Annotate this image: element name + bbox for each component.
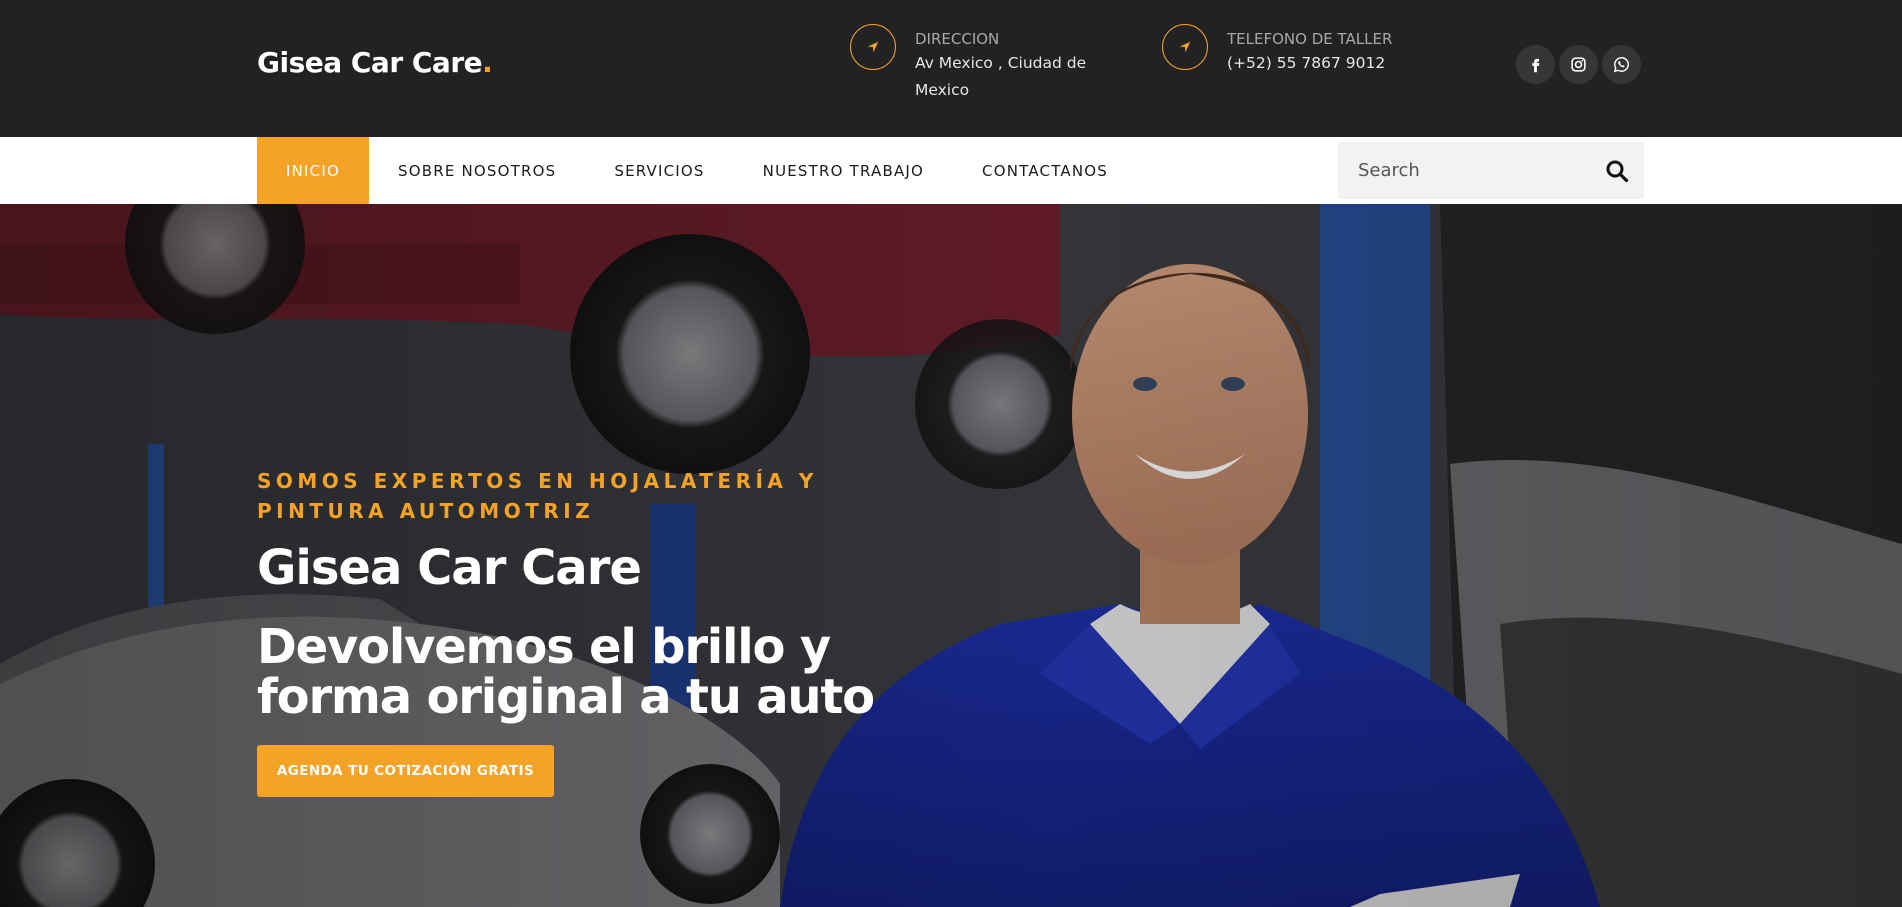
nav-item-sobre-nosotros[interactable]: SOBRE NOSOTROS [369, 137, 585, 204]
logo-text: Gisea Car Care [257, 46, 483, 79]
hero-section: SOMOS EXPERTOS EN HOJALATERÍA Y PINTURA … [0, 204, 1902, 907]
quote-cta-button[interactable]: AGENDA TU COTIZACIÓN GRATIS [257, 745, 554, 797]
site-logo[interactable]: Gisea Car Care. [257, 46, 493, 79]
location-arrow-icon [1162, 24, 1208, 70]
address-value: Av Mexico , Ciudad de Mexico [915, 54, 1087, 99]
search-input[interactable] [1338, 142, 1588, 199]
main-nav: INICIO SOBRE NOSOTROS SERVICIOS NUESTRO … [0, 137, 1902, 204]
phone-label: TELEFONO DE TALLER [1227, 30, 1393, 48]
nav-item-servicios[interactable]: SERVICIOS [585, 137, 733, 204]
top-header: Gisea Car Care. DIRECCION Av Mexico , Ci… [0, 0, 1902, 137]
social-links [1516, 45, 1641, 84]
instagram-icon[interactable] [1559, 45, 1598, 84]
hero-content: SOMOS EXPERTOS EN HOJALATERÍA Y PINTURA … [257, 466, 977, 722]
nav-list: INICIO SOBRE NOSOTROS SERVICIOS NUESTRO … [257, 137, 1137, 204]
hero-subtitle: Devolvemos el brillo y forma original a … [257, 619, 875, 725]
address-label: DIRECCION [915, 30, 1000, 48]
whatsapp-icon[interactable] [1602, 45, 1641, 84]
hero-title: Gisea Car Care [257, 540, 642, 596]
location-arrow-icon [850, 24, 896, 70]
facebook-icon[interactable] [1516, 45, 1555, 84]
nav-item-inicio[interactable]: INICIO [257, 137, 369, 204]
nav-item-contactanos[interactable]: CONTACTANOS [953, 137, 1137, 204]
logo-dot: . [482, 46, 493, 79]
search-box [1338, 142, 1644, 199]
phone-value[interactable]: (+52) 55 7867 9012 [1227, 50, 1427, 77]
search-icon[interactable] [1604, 158, 1630, 184]
nav-item-nuestro-trabajo[interactable]: NUESTRO TRABAJO [734, 137, 953, 204]
hero-kicker: SOMOS EXPERTOS EN HOJALATERÍA Y PINTURA … [257, 469, 818, 523]
